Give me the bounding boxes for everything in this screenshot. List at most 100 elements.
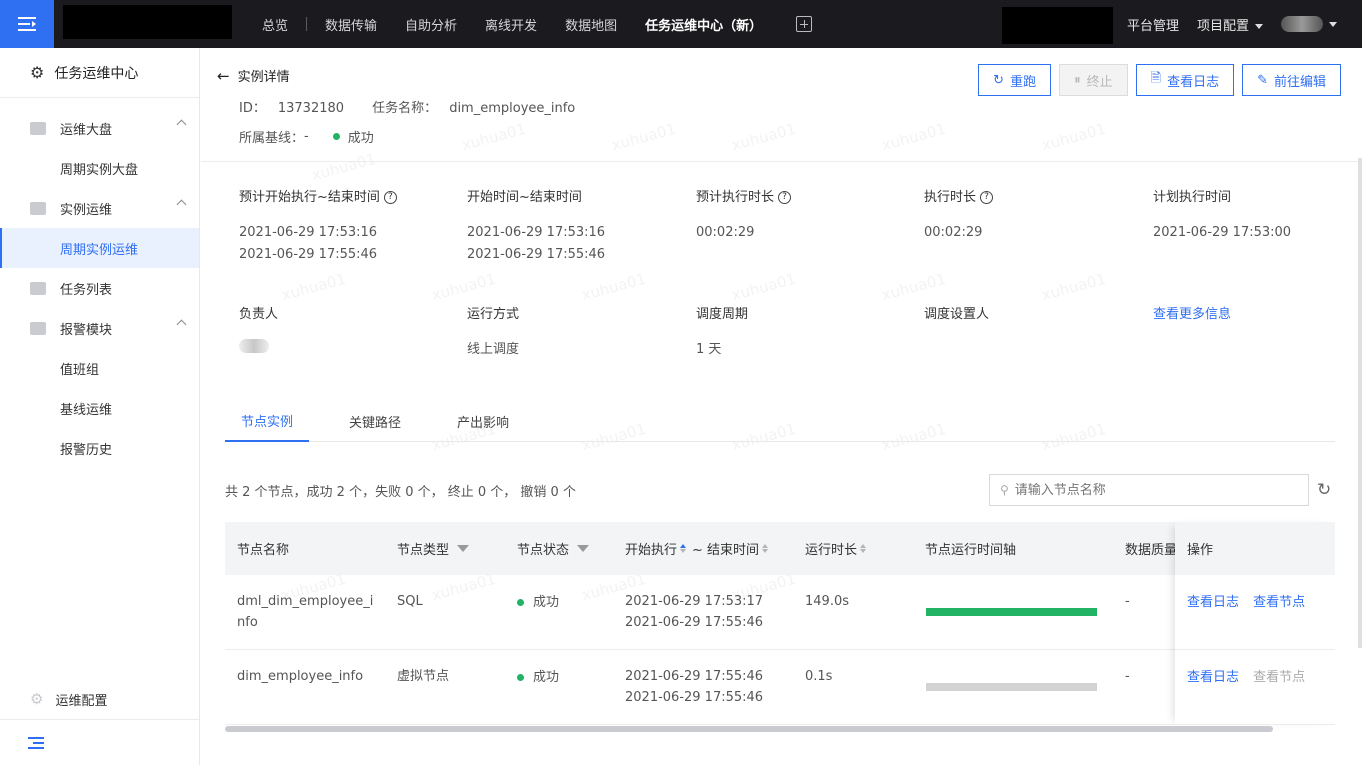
nav-data-map[interactable]: 数据地图 [551, 15, 631, 34]
range-start: 2021-06-29 17:53:16 [467, 225, 606, 240]
node-end: 2021-06-29 17:55:46 [625, 690, 764, 705]
question-icon[interactable]: ? [383, 191, 397, 204]
back-button[interactable]: ← 实例详情 [217, 66, 290, 86]
project-config-dropdown[interactable]: 项目配置 [1197, 15, 1264, 34]
owner-value [239, 339, 269, 361]
watermark: xuhua01 [729, 119, 798, 155]
id-label: ID： [239, 101, 266, 116]
rerun-button[interactable]: ↻ 重跑 [978, 64, 1052, 96]
edit-label: 前往编辑 [1273, 74, 1326, 90]
question-icon[interactable]: ? [778, 191, 792, 204]
detail-tabs: 节点实例 关键路径 产出影响 [225, 400, 1335, 442]
top-navigation-bar: 总览 数据传输 自助分析 离线开发 数据地图 任务运维中心（新） 平台管理 项目… [0, 0, 1362, 48]
sidebar-group-task-list[interactable]: 任务列表 [0, 268, 199, 308]
refresh-icon[interactable]: ↻ [1317, 480, 1331, 500]
sidebar-item-cycle-instance-ops[interactable]: 周期实例运维 [0, 228, 199, 268]
sidebar-group-instance-ops[interactable]: 实例运维 [0, 188, 199, 228]
platform-admin-link[interactable]: 平台管理 [1127, 15, 1179, 34]
node-search-box[interactable]: ⚲ [989, 474, 1309, 506]
gear-icon: ⚙ [30, 63, 45, 82]
cycle-label: 调度周期 [696, 307, 749, 322]
col-start-end[interactable]: 开始执行 ~ 结束时间 [625, 522, 769, 575]
node-name-line: nfo [237, 615, 258, 630]
hamburger-icon [18, 17, 36, 31]
search-input[interactable] [1014, 482, 1295, 498]
tab-output-impact[interactable]: 产出影响 [441, 400, 525, 442]
est-range-end: 2021-06-29 17:55:46 [239, 247, 378, 262]
sort-icon[interactable] [680, 544, 687, 553]
topbar-right: 平台管理 项目配置 [1127, 0, 1355, 48]
sidebar-header: ⚙ 任务运维中心 [0, 48, 199, 98]
filter-icon[interactable] [577, 545, 590, 552]
sort-icon[interactable] [762, 544, 769, 553]
document-icon: 🗎 [1150, 71, 1162, 86]
stop-button[interactable]: ⏸ 终止 [1059, 64, 1128, 96]
sidebar-group-label: 实例运维 [60, 202, 113, 218]
page-title: 实例详情 [237, 70, 290, 85]
nav-offline-dev[interactable]: 离线开发 [471, 15, 551, 34]
col-node-name: 节点名称 [237, 543, 290, 558]
duration-value: 00:02:29 [924, 225, 983, 240]
owner-avatar [239, 339, 269, 353]
question-icon[interactable]: ? [980, 191, 994, 204]
more-info-link[interactable]: 查看更多信息 [1153, 303, 1231, 322]
nav-task-ops-center[interactable]: 任务运维中心（新） [631, 15, 776, 34]
nav-self-analysis[interactable]: 自助分析 [391, 15, 471, 34]
node-name-line: dim_employee_info [237, 669, 364, 684]
est-duration-label-text: 预计执行时长 [696, 190, 775, 205]
row-operations: 查看日志 查看节点 [1175, 575, 1335, 650]
view-log-link[interactable]: 查看日志 [1187, 670, 1239, 685]
redacted-block [1002, 7, 1113, 44]
node-start: 2021-06-29 17:55:46 [625, 669, 764, 684]
divider [201, 161, 1362, 162]
sidebar-item-baseline-ops[interactable]: 基线运维 [0, 388, 199, 428]
sort-icon[interactable] [860, 544, 867, 553]
sidebar-ops-config[interactable]: ⚙ 运维配置 [0, 679, 199, 719]
node-duration: 149.0s [805, 594, 849, 609]
sidebar-item-cycle-instance-dashboard[interactable]: 周期实例大盘 [0, 148, 199, 188]
id-value: 13732180 [277, 101, 345, 116]
view-log-link[interactable]: 查看日志 [1187, 595, 1239, 610]
col-duration[interactable]: 运行时长 [805, 522, 867, 575]
col-node-status[interactable]: 节点状态 [517, 522, 590, 575]
sidebar-collapse-button[interactable] [0, 719, 199, 765]
menu-toggle-button[interactable] [0, 0, 54, 48]
range-value: 2021-06-29 17:53:16 2021-06-29 17:55:46 [467, 222, 605, 266]
alarm-icon [30, 321, 46, 335]
tab-node-instances[interactable]: 节点实例 [225, 400, 310, 442]
vertical-scrollbar[interactable] [1358, 158, 1362, 648]
monitor-icon [30, 121, 46, 135]
sidebar-item-alarm-history[interactable]: 报警历史 [0, 428, 199, 468]
horizontal-scrollbar[interactable] [225, 726, 1273, 732]
tab-critical-path[interactable]: 关键路径 [333, 400, 417, 442]
instance-meta: ID： 13732180 任务名称： dim_employee_info [239, 97, 599, 116]
nav-overview[interactable]: 总览 [248, 15, 302, 34]
node-table: 节点名称 节点类型 节点状态 开始执行 ~ 结束时间 运行时长 节点运行时间轴 … [225, 522, 1335, 725]
task-name-value: dim_employee_info [449, 101, 576, 116]
node-name[interactable]: dim_employee_info [237, 666, 363, 687]
node-start: 2021-06-29 17:53:17 [625, 594, 764, 609]
watermark: xuhua01 [879, 269, 948, 305]
filter-icon[interactable] [457, 545, 470, 552]
node-type: 虚拟节点 [397, 669, 450, 684]
row-operations: 查看日志 查看节点 [1175, 650, 1335, 725]
sidebar-item-duty-group[interactable]: 值班组 [0, 348, 199, 388]
add-tab-icon[interactable] [796, 16, 813, 32]
range-label: 开始时间~结束时间 [467, 190, 582, 205]
sidebar-group-alarm[interactable]: 报警模块 [0, 308, 199, 348]
node-time-range: 2021-06-29 17:55:46 2021-06-29 17:55:46 [625, 666, 763, 708]
nav-data-transfer[interactable]: 数据传输 [311, 15, 391, 34]
col-node-type[interactable]: 节点类型 [397, 522, 470, 575]
status-dot [332, 133, 340, 140]
node-status-label: 成功 [533, 595, 560, 610]
view-node-link-disabled[interactable]: 查看节点 [1253, 670, 1305, 685]
edit-button[interactable]: ✎ 前往编辑 [1242, 64, 1341, 96]
caret-down-icon [1329, 21, 1338, 27]
user-menu[interactable] [1281, 16, 1338, 32]
watermark: xuhua01 [459, 119, 528, 155]
node-name[interactable]: dml_dim_employee_i nfo [237, 591, 373, 633]
view-log-button[interactable]: 🗎 查看日志 [1135, 64, 1235, 96]
view-node-link[interactable]: 查看节点 [1253, 595, 1305, 610]
sidebar-group-dashboard[interactable]: 运维大盘 [0, 108, 199, 148]
